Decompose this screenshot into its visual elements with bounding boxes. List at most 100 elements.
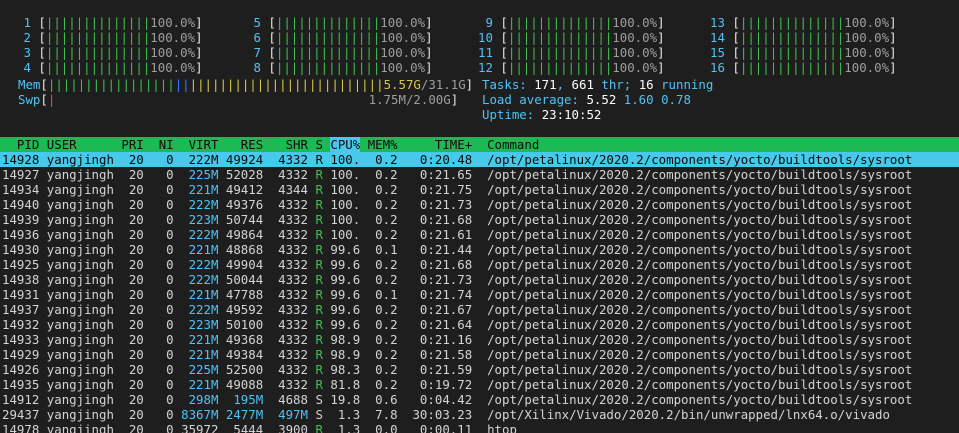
user: yangjingh bbox=[46, 182, 114, 197]
shr: 4332 bbox=[270, 152, 308, 167]
state: R bbox=[315, 317, 323, 332]
command: /opt/petalinux/2020.2/components/yocto/b… bbox=[487, 182, 913, 197]
user: yangjingh bbox=[46, 272, 114, 287]
col-ni[interactable]: NI bbox=[151, 137, 174, 152]
mem-percent: 0.1 bbox=[367, 242, 398, 257]
col-pri[interactable]: PRI bbox=[121, 137, 143, 152]
nice: 0 bbox=[151, 197, 174, 212]
user: yangjingh bbox=[46, 422, 114, 433]
cpu-bar: |||||||||||||| bbox=[275, 30, 381, 45]
state: R bbox=[315, 272, 323, 287]
col-cpu[interactable]: CPU% bbox=[330, 137, 361, 152]
bracket: [ bbox=[268, 45, 276, 60]
process-row[interactable]: 14940 yangjingh 20 0 222M 49376 4332 R 1… bbox=[2, 197, 912, 212]
cpu-time: 0:21.64 bbox=[405, 317, 473, 332]
cpu-percent: 99.6 bbox=[330, 302, 361, 317]
process-row[interactable]: 14938 yangjingh 20 0 222M 50044 4332 R 9… bbox=[2, 272, 912, 287]
process-row[interactable]: 14926 yangjingh 20 0 225M 52500 4332 R 9… bbox=[2, 362, 912, 377]
process-row[interactable]: 14936 yangjingh 20 0 222M 49864 4332 R 1… bbox=[2, 227, 912, 242]
priority: 20 bbox=[121, 197, 144, 212]
res: 49904 bbox=[225, 257, 264, 272]
cpu-bar: |||||||||||||| bbox=[739, 60, 845, 75]
priority: 20 bbox=[121, 257, 144, 272]
state: S bbox=[315, 407, 323, 422]
mem-bar-used: ||||||||||||||||| bbox=[47, 77, 175, 92]
mem-percent: 0.2 bbox=[367, 272, 398, 287]
cpu-percent: 100. bbox=[330, 152, 361, 167]
col-time[interactable]: TIME+ bbox=[405, 137, 472, 152]
virt: 221M bbox=[181, 332, 219, 347]
mem-percent: 0.2 bbox=[367, 152, 398, 167]
res: 49592 bbox=[225, 302, 264, 317]
user: yangjingh bbox=[46, 257, 114, 272]
process-row[interactable]: 14925 yangjingh 20 0 222M 49904 4332 R 9… bbox=[2, 257, 912, 272]
bracket: ] bbox=[889, 45, 897, 60]
process-row[interactable]: 14927 yangjingh 20 0 225M 52028 4332 R 1… bbox=[2, 167, 912, 182]
col-command[interactable]: Command bbox=[487, 137, 539, 152]
virt: 221M bbox=[181, 182, 219, 197]
process-row[interactable]: 14939 yangjingh 20 0 223M 50744 4332 R 1… bbox=[2, 212, 912, 227]
process-row[interactable]: 14932 yangjingh 20 0 223M 50100 4332 R 9… bbox=[2, 317, 912, 332]
process-row[interactable]: 29437 yangjingh 20 0 8367M 2477M 497M S … bbox=[2, 407, 890, 422]
pid: 14936 bbox=[2, 227, 40, 242]
bracket: [ bbox=[732, 60, 740, 75]
threads-label: thr; bbox=[593, 77, 639, 92]
virt: 223M bbox=[181, 212, 219, 227]
shr: 4332 bbox=[270, 377, 308, 392]
load-15min: 0.78 bbox=[661, 92, 691, 107]
bracket: ] bbox=[195, 15, 203, 30]
virt: 222M bbox=[181, 257, 219, 272]
virt: 221M bbox=[181, 242, 219, 257]
col-res[interactable]: RES bbox=[226, 137, 263, 152]
process-row[interactable]: 14912 yangjingh 20 0 298M 195M 4688 S 19… bbox=[2, 392, 912, 407]
res: 50100 bbox=[225, 317, 264, 332]
process-row[interactable]: 14937 yangjingh 20 0 222M 49592 4332 R 9… bbox=[2, 302, 912, 317]
state: R bbox=[315, 347, 323, 362]
user: yangjingh bbox=[46, 287, 114, 302]
mem-used: 5.57G bbox=[383, 77, 421, 92]
pid: 14932 bbox=[2, 317, 40, 332]
col-mem[interactable]: MEM% bbox=[368, 137, 398, 152]
process-row[interactable]: 14931 yangjingh 20 0 221M 47788 4332 R 9… bbox=[2, 287, 912, 302]
col-user[interactable]: USER bbox=[47, 137, 114, 152]
bracket: ] bbox=[425, 15, 433, 30]
command: /opt/petalinux/2020.2/components/yocto/b… bbox=[487, 257, 913, 272]
swp-bar: | bbox=[47, 92, 56, 107]
priority: 20 bbox=[121, 302, 144, 317]
col-pid[interactable]: PID bbox=[2, 137, 39, 152]
cpu-percent: 100.0% bbox=[844, 15, 890, 30]
col-shr[interactable]: SHR bbox=[271, 137, 308, 152]
state: R bbox=[315, 332, 323, 347]
nice: 0 bbox=[151, 332, 174, 347]
process-row[interactable]: 14933 yangjingh 20 0 221M 49368 4332 R 9… bbox=[2, 332, 912, 347]
col-state[interactable]: S bbox=[315, 137, 322, 152]
cpu-time: 0:21.16 bbox=[405, 332, 473, 347]
load-average: Load average: 5.52 1.60 0.78 bbox=[482, 92, 691, 107]
process-row[interactable]: 14930 yangjingh 20 0 221M 48868 4332 R 9… bbox=[2, 242, 912, 257]
process-row[interactable]: 14978 yangjingh 20 0 35972 5444 3900 R 1… bbox=[2, 422, 517, 433]
state: R bbox=[315, 197, 323, 212]
cpu-id: 1 bbox=[16, 15, 39, 30]
user: yangjingh bbox=[46, 332, 114, 347]
cpu-meter-8: 8 [||||||||||||||100.0%] bbox=[246, 60, 432, 75]
res: 47788 bbox=[225, 287, 264, 302]
bracket: [ bbox=[268, 30, 276, 45]
cpu-percent: 100.0% bbox=[844, 60, 890, 75]
process-row[interactable]: 14929 yangjingh 20 0 221M 49384 4332 R 9… bbox=[2, 347, 912, 362]
cpu-bar: |||||||||||||| bbox=[45, 60, 151, 75]
shr: 4332 bbox=[270, 167, 308, 182]
col-virt[interactable]: VIRT bbox=[181, 137, 219, 152]
mem-meter: Mem[||||||||||||||||||||||||||||||||||||… bbox=[18, 77, 473, 92]
cpu-bar: |||||||||||||| bbox=[507, 45, 613, 60]
process-row[interactable]: 14935 yangjingh 20 0 221M 49088 4332 R 8… bbox=[2, 377, 912, 392]
mem-label: Mem bbox=[18, 77, 41, 92]
process-row[interactable]: 14934 yangjingh 20 0 221M 49412 4344 R 1… bbox=[2, 182, 912, 197]
mem-percent: 0.2 bbox=[367, 212, 398, 227]
bracket: ] bbox=[465, 77, 474, 92]
mem-percent: 0.2 bbox=[367, 377, 398, 392]
swp-value: 1.75M/2.00G bbox=[368, 92, 451, 107]
state: R bbox=[315, 182, 323, 197]
pid: 14930 bbox=[2, 242, 40, 257]
process-row[interactable]: 14928 yangjingh 20 0 222M 49924 4332 R 1… bbox=[0, 152, 959, 167]
shr: 4332 bbox=[270, 332, 308, 347]
